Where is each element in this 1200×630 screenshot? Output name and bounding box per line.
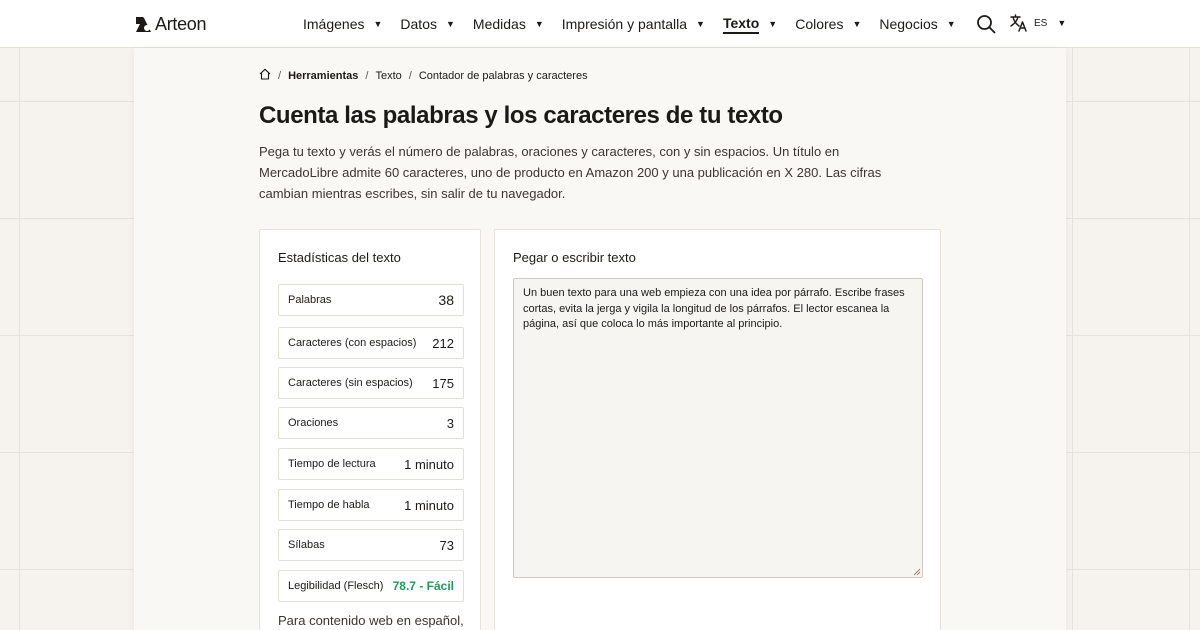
stat-value-readability: 78.7 - Fácil xyxy=(392,579,454,593)
stat-label: Caracteres (sin espacios) xyxy=(288,377,413,389)
chevron-down-icon: ▼ xyxy=(696,19,705,29)
stat-palabras: Palabras 38 xyxy=(278,284,464,316)
stat-value: 1 minuto xyxy=(404,456,454,472)
breadcrumb-texto[interactable]: Texto xyxy=(375,70,401,82)
breadcrumb-current: Contador de palabras y caracteres xyxy=(418,69,588,82)
editor-title: Pegar o escribir texto xyxy=(513,250,636,265)
stat-label: Palabras xyxy=(288,294,332,306)
nav-label: Impresión y pantalla xyxy=(561,16,688,32)
stat-value: 212 xyxy=(432,335,454,351)
nav-item-colores[interactable]: Colores ▼ xyxy=(795,0,861,48)
breadcrumb-herramientas[interactable]: Herramientas xyxy=(288,70,358,82)
resize-handle-icon[interactable] xyxy=(913,568,921,576)
main-nav: Imágenes ▼ Datos ▼ Medidas ▼ Impresión y… xyxy=(303,0,974,48)
stat-caracteres-sin-espacios: Caracteres (sin espacios) 175 xyxy=(278,367,464,399)
language-selector[interactable]: ES ▼ xyxy=(1010,14,1066,32)
breadcrumb-separator: / xyxy=(365,69,369,82)
nav-label: Datos xyxy=(400,16,437,32)
stat-caracteres-con-espacios: Caracteres (con espacios) 212 xyxy=(278,327,464,359)
stats-footer-text: Para contenido web en español, xyxy=(278,613,464,628)
nav-item-texto[interactable]: Texto ▼ xyxy=(722,0,778,48)
top-header: Arteon Imágenes ▼ Datos ▼ Medidas ▼ Impr… xyxy=(0,0,1200,48)
editor-panel: Pegar o escribir texto Un buen texto par… xyxy=(494,229,941,630)
stat-label: Sílabas xyxy=(288,539,325,551)
breadcrumb-separator: / xyxy=(278,69,282,82)
stat-value: 175 xyxy=(432,375,454,391)
stat-label: Tiempo de lectura xyxy=(288,458,376,470)
breadcrumb: / Herramientas / Texto / Contador de pal… xyxy=(259,68,588,83)
nav-item-medidas[interactable]: Medidas ▼ xyxy=(473,0,544,48)
nav-label: Medidas xyxy=(472,16,526,32)
translate-icon xyxy=(1010,14,1027,32)
stat-label: Tiempo de habla xyxy=(288,499,370,511)
stat-oraciones: Oraciones 3 xyxy=(278,407,464,439)
chevron-down-icon: ▼ xyxy=(768,19,778,29)
stat-value: 3 xyxy=(446,415,454,431)
stats-title: Estadísticas del texto xyxy=(278,250,401,265)
logo[interactable]: Arteon xyxy=(136,14,207,35)
arteon-logo-icon xyxy=(136,17,151,32)
main-card: / Herramientas / Texto / Contador de pal… xyxy=(134,48,1066,630)
nav-label: Texto xyxy=(722,15,760,34)
nav-item-negocios[interactable]: Negocios ▼ xyxy=(879,0,955,48)
page-intro: Pega tu texto y verás el número de palab… xyxy=(259,144,882,201)
language-code: ES xyxy=(1034,17,1048,29)
breadcrumb-separator: / xyxy=(408,69,412,82)
stat-silabas: Sílabas 73 xyxy=(278,529,464,561)
chevron-down-icon: ▼ xyxy=(534,19,544,29)
nav-label: Negocios xyxy=(879,16,938,32)
search-icon xyxy=(977,15,996,34)
stat-label: Caracteres (con espacios) xyxy=(288,337,417,349)
chevron-down-icon: ▼ xyxy=(852,19,862,29)
stat-value: 38 xyxy=(438,292,454,308)
stat-value: 73 xyxy=(439,537,454,553)
nav-item-imagenes[interactable]: Imágenes ▼ xyxy=(303,0,382,48)
text-input-area[interactable]: Un buen texto para una web empieza con u… xyxy=(513,278,923,578)
nav-item-impresion[interactable]: Impresión y pantalla ▼ xyxy=(562,0,705,48)
stat-tiempo-habla: Tiempo de habla 1 minuto xyxy=(278,489,464,521)
text-input-value: Un buen texto para una web empieza con u… xyxy=(523,287,905,330)
nav-label: Colores xyxy=(795,16,844,32)
nav-item-datos[interactable]: Datos ▼ xyxy=(400,0,455,48)
search-button[interactable] xyxy=(976,14,996,34)
nav-label: Imágenes xyxy=(303,16,365,32)
logo-text: Arteon xyxy=(155,14,207,34)
chevron-down-icon: ▼ xyxy=(373,19,383,29)
chevron-down-icon: ▼ xyxy=(445,19,455,29)
stat-label: Legibilidad (Flesch) xyxy=(288,580,384,592)
stat-tiempo-lectura: Tiempo de lectura 1 minuto xyxy=(278,448,464,480)
page-title: Cuenta las palabras y los caracteres de … xyxy=(259,102,783,129)
stat-value: 1 minuto xyxy=(404,497,454,513)
stat-label: Oraciones xyxy=(288,417,339,429)
chevron-down-icon: ▼ xyxy=(1057,18,1067,28)
stat-legibilidad: Legibilidad (Flesch) 78.7 - Fácil xyxy=(278,570,464,602)
stats-panel: Estadísticas del texto Palabras 38 Carac… xyxy=(259,229,481,630)
home-icon[interactable] xyxy=(259,68,271,83)
chevron-down-icon: ▼ xyxy=(946,19,956,29)
